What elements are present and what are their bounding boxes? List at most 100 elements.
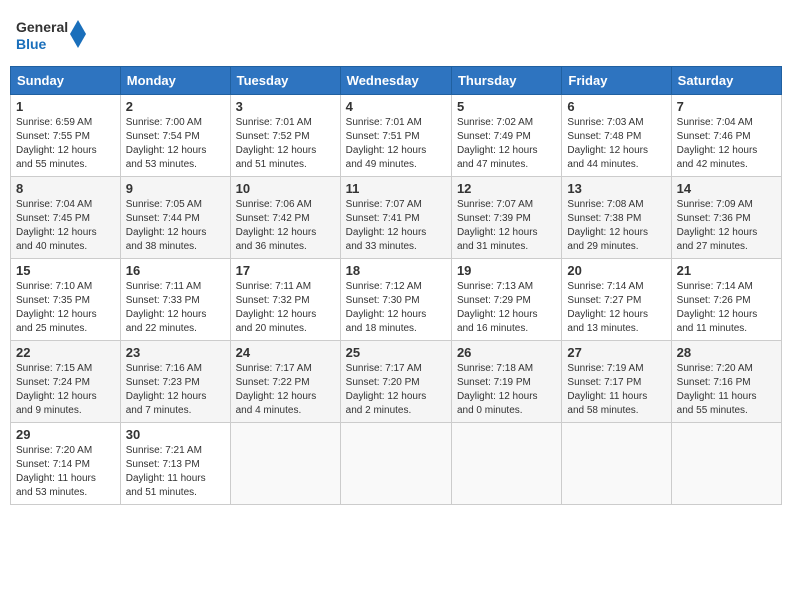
calendar-cell [230, 423, 340, 505]
calendar-cell: 29 Sunrise: 7:20 AM Sunset: 7:14 PM Dayli… [11, 423, 121, 505]
day-info: Sunrise: 6:59 AM Sunset: 7:55 PM Dayligh… [16, 116, 115, 172]
day-number: 28 [677, 345, 776, 360]
day-info: Sunrise: 7:01 AM Sunset: 7:52 PM Dayligh… [236, 116, 335, 172]
day-info: Sunrise: 7:11 AM Sunset: 7:33 PM Dayligh… [126, 280, 225, 336]
day-number: 22 [16, 345, 115, 360]
calendar-cell: 27Sunrise: 7:19 AM Sunset: 7:17 PM Dayli… [562, 341, 671, 423]
calendar-cell: 13 Sunrise: 7:08 AM Sunset: 7:38 PM Dayli… [562, 177, 671, 259]
page-header: General Blue [10, 10, 782, 58]
day-info: Sunrise: 7:14 AM Sunset: 7:27 PM Dayligh… [567, 280, 665, 336]
day-info: Sunrise: 7:16 AM Sunset: 7:23 PM Dayligh… [126, 362, 225, 418]
day-number: 12 [457, 181, 556, 196]
calendar-cell: 16 Sunrise: 7:11 AM Sunset: 7:33 PM Dayli… [120, 259, 230, 341]
calendar-cell: 3 Sunrise: 7:01 AM Sunset: 7:52 PM Daylig… [230, 95, 340, 177]
day-info: Sunrise: 7:04 AM Sunset: 7:45 PM Dayligh… [16, 198, 115, 254]
day-number: 29 [16, 427, 115, 442]
calendar-cell: 2 Sunrise: 7:00 AM Sunset: 7:54 PM Daylig… [120, 95, 230, 177]
day-info: Sunrise: 7:18 AM Sunset: 7:19 PM Dayligh… [457, 362, 556, 418]
calendar-cell: 17 Sunrise: 7:11 AM Sunset: 7:32 PM Dayli… [230, 259, 340, 341]
day-number: 3 [236, 99, 335, 114]
day-info: Sunrise: 7:07 AM Sunset: 7:39 PM Dayligh… [457, 198, 556, 254]
day-number: 25 [346, 345, 446, 360]
calendar-cell: 26 Sunrise: 7:18 AM Sunset: 7:19 PM Dayli… [451, 341, 561, 423]
calendar-cell: 5 Sunrise: 7:02 AM Sunset: 7:49 PM Daylig… [451, 95, 561, 177]
calendar-cell: 9 Sunrise: 7:05 AM Sunset: 7:44 PM Daylig… [120, 177, 230, 259]
day-number: 24 [236, 345, 335, 360]
day-info: Sunrise: 7:09 AM Sunset: 7:36 PM Dayligh… [677, 198, 776, 254]
calendar-cell [340, 423, 451, 505]
day-number: 30 [126, 427, 225, 442]
calendar-week-5: 29 Sunrise: 7:20 AM Sunset: 7:14 PM Dayli… [11, 423, 782, 505]
calendar-table: SundayMondayTuesdayWednesdayThursdayFrid… [10, 66, 782, 505]
col-header-saturday: Saturday [671, 67, 781, 95]
day-number: 5 [457, 99, 556, 114]
calendar-cell: 24 Sunrise: 7:17 AM Sunset: 7:22 PM Dayli… [230, 341, 340, 423]
day-info: Sunrise: 7:17 AM Sunset: 7:22 PM Dayligh… [236, 362, 335, 418]
logo: General Blue [16, 14, 86, 54]
day-info: Sunrise: 7:00 AM Sunset: 7:54 PM Dayligh… [126, 116, 225, 172]
calendar-cell [451, 423, 561, 505]
day-info: Sunrise: 7:19 AM Sunset: 7:17 PM Dayligh… [567, 362, 665, 418]
day-info: Sunrise: 7:20 AM Sunset: 7:16 PM Dayligh… [677, 362, 776, 418]
calendar-header-row: SundayMondayTuesdayWednesdayThursdayFrid… [11, 67, 782, 95]
day-number: 16 [126, 263, 225, 278]
day-info: Sunrise: 7:05 AM Sunset: 7:44 PM Dayligh… [126, 198, 225, 254]
calendar-cell: 22Sunrise: 7:15 AM Sunset: 7:24 PM Dayli… [11, 341, 121, 423]
day-info: Sunrise: 7:17 AM Sunset: 7:20 PM Dayligh… [346, 362, 446, 418]
day-number: 21 [677, 263, 776, 278]
day-number: 17 [236, 263, 335, 278]
calendar-cell: 28 Sunrise: 7:20 AM Sunset: 7:16 PM Dayli… [671, 341, 781, 423]
day-number: 1 [16, 99, 115, 114]
col-header-friday: Friday [562, 67, 671, 95]
day-info: Sunrise: 7:01 AM Sunset: 7:51 PM Dayligh… [346, 116, 446, 172]
day-number: 7 [677, 99, 776, 114]
calendar-cell: 14 Sunrise: 7:09 AM Sunset: 7:36 PM Dayli… [671, 177, 781, 259]
day-info: Sunrise: 7:11 AM Sunset: 7:32 PM Dayligh… [236, 280, 335, 336]
calendar-cell: 15 Sunrise: 7:10 AM Sunset: 7:35 PM Dayli… [11, 259, 121, 341]
calendar-cell: 6Sunrise: 7:03 AM Sunset: 7:48 PM Daylig… [562, 95, 671, 177]
calendar-cell: 11 Sunrise: 7:07 AM Sunset: 7:41 PM Dayli… [340, 177, 451, 259]
calendar-cell: 23 Sunrise: 7:16 AM Sunset: 7:23 PM Dayli… [120, 341, 230, 423]
logo-svg: General Blue [16, 14, 86, 54]
day-info: Sunrise: 7:02 AM Sunset: 7:49 PM Dayligh… [457, 116, 556, 172]
calendar-week-4: 22Sunrise: 7:15 AM Sunset: 7:24 PM Dayli… [11, 341, 782, 423]
calendar-week-2: 8Sunrise: 7:04 AM Sunset: 7:45 PM Daylig… [11, 177, 782, 259]
day-info: Sunrise: 7:12 AM Sunset: 7:30 PM Dayligh… [346, 280, 446, 336]
calendar-cell: 8Sunrise: 7:04 AM Sunset: 7:45 PM Daylig… [11, 177, 121, 259]
calendar-cell: 20Sunrise: 7:14 AM Sunset: 7:27 PM Dayli… [562, 259, 671, 341]
calendar-cell: 7Sunrise: 7:04 AM Sunset: 7:46 PM Daylig… [671, 95, 781, 177]
calendar-cell: 19 Sunrise: 7:13 AM Sunset: 7:29 PM Dayli… [451, 259, 561, 341]
col-header-tuesday: Tuesday [230, 67, 340, 95]
day-number: 9 [126, 181, 225, 196]
calendar-cell: 4 Sunrise: 7:01 AM Sunset: 7:51 PM Daylig… [340, 95, 451, 177]
day-number: 2 [126, 99, 225, 114]
calendar-cell [562, 423, 671, 505]
day-info: Sunrise: 7:21 AM Sunset: 7:13 PM Dayligh… [126, 444, 225, 500]
calendar-cell: 10Sunrise: 7:06 AM Sunset: 7:42 PM Dayli… [230, 177, 340, 259]
day-number: 4 [346, 99, 446, 114]
day-number: 19 [457, 263, 556, 278]
day-info: Sunrise: 7:06 AM Sunset: 7:42 PM Dayligh… [236, 198, 335, 254]
day-info: Sunrise: 7:14 AM Sunset: 7:26 PM Dayligh… [677, 280, 776, 336]
day-info: Sunrise: 7:10 AM Sunset: 7:35 PM Dayligh… [16, 280, 115, 336]
calendar-cell: 21 Sunrise: 7:14 AM Sunset: 7:26 PM Dayli… [671, 259, 781, 341]
day-number: 6 [567, 99, 665, 114]
col-header-wednesday: Wednesday [340, 67, 451, 95]
svg-text:General: General [16, 19, 68, 35]
calendar-week-3: 15 Sunrise: 7:10 AM Sunset: 7:35 PM Dayli… [11, 259, 782, 341]
day-number: 15 [16, 263, 115, 278]
col-header-thursday: Thursday [451, 67, 561, 95]
day-info: Sunrise: 7:07 AM Sunset: 7:41 PM Dayligh… [346, 198, 446, 254]
day-number: 11 [346, 181, 446, 196]
day-info: Sunrise: 7:20 AM Sunset: 7:14 PM Dayligh… [16, 444, 115, 500]
day-number: 26 [457, 345, 556, 360]
calendar-cell: 18Sunrise: 7:12 AM Sunset: 7:30 PM Dayli… [340, 259, 451, 341]
day-info: Sunrise: 7:08 AM Sunset: 7:38 PM Dayligh… [567, 198, 665, 254]
day-number: 23 [126, 345, 225, 360]
calendar-cell: 12 Sunrise: 7:07 AM Sunset: 7:39 PM Dayli… [451, 177, 561, 259]
day-number: 13 [567, 181, 665, 196]
calendar-cell: 25 Sunrise: 7:17 AM Sunset: 7:20 PM Dayli… [340, 341, 451, 423]
day-number: 14 [677, 181, 776, 196]
day-info: Sunrise: 7:13 AM Sunset: 7:29 PM Dayligh… [457, 280, 556, 336]
svg-text:Blue: Blue [16, 36, 47, 52]
